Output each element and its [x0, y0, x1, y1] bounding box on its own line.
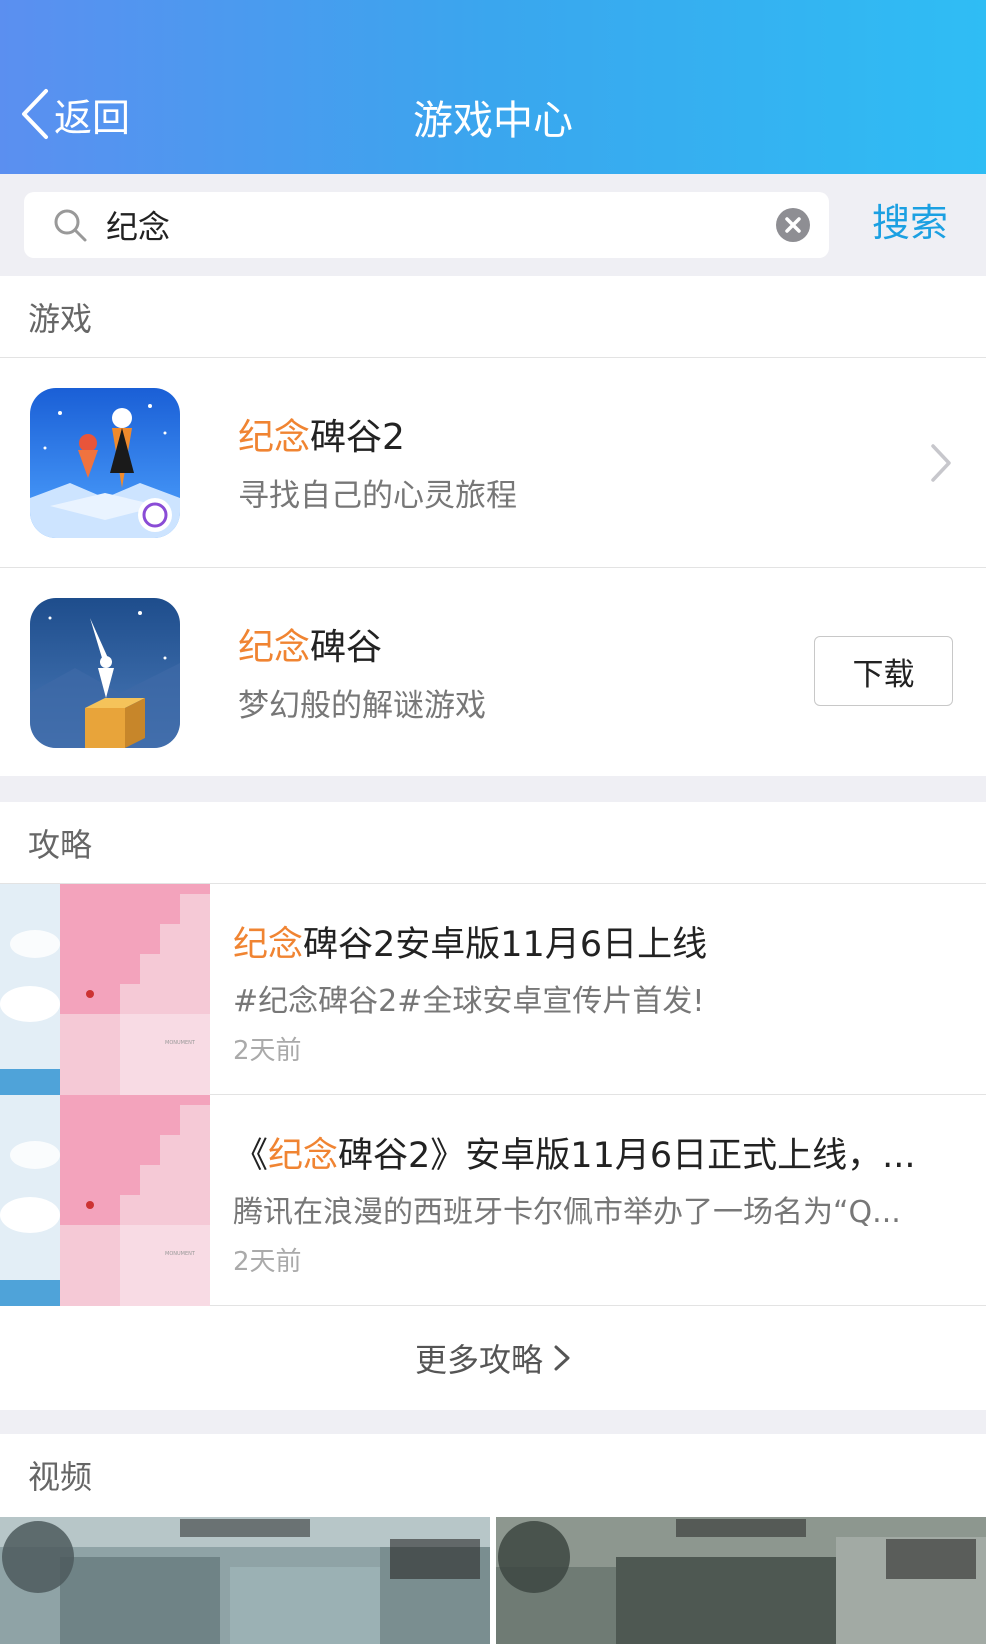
guide-title-highlight: 纪念 [233, 925, 304, 965]
video-thumbnails [0, 1517, 986, 1644]
game-name-rest: 碑谷2 [310, 417, 405, 458]
download-button[interactable]: 下载 [814, 636, 953, 706]
game-name: 纪念碑谷2 [238, 408, 405, 460]
guide-desc: 腾讯在浪漫的西班牙卡尔佩市举办了一场名为“Q... [233, 1195, 901, 1230]
game-name: 纪念碑谷 [238, 618, 382, 670]
videos-section: 视频 [0, 1434, 986, 1518]
page-title: 游戏中心 [413, 98, 573, 144]
video-thumbnail[interactable] [0, 1517, 490, 1644]
guide-title-rest: 碑谷2安卓版11月6日上线 [303, 925, 708, 965]
svg-text:MONUMENT: MONUMENT [165, 1040, 196, 1046]
chevron-right-icon [931, 444, 951, 482]
guides-section: 攻略 MONUMENT 纪念碑谷2安卓版11月6日上线 #纪念碑谷2#全球安卓宣… [0, 802, 986, 1410]
guide-thumbnail: MONUMENT [0, 1095, 210, 1306]
game-desc: 梦幻般的解谜游戏 [238, 688, 486, 724]
guide-thumbnail: MONUMENT [0, 884, 210, 1095]
game-center-page: 返回 游戏中心 搜索 游戏 [0, 0, 986, 1644]
more-guides-label: 更多攻略 [414, 1341, 543, 1379]
guide-title-prefix: 《 [233, 1136, 269, 1176]
search-button[interactable]: 搜索 [872, 192, 948, 247]
guide-title-rest: 碑谷2》安卓版11月6日正式上线，... [338, 1136, 916, 1176]
guide-time: 2天前 [233, 1247, 302, 1277]
clear-icon[interactable] [776, 208, 810, 242]
video-thumbnail[interactable] [496, 1517, 986, 1644]
game-row[interactable]: 纪念碑谷 梦幻般的解谜游戏 下载 [0, 568, 986, 778]
game-desc: 寻找自己的心灵旅程 [238, 478, 517, 514]
search-input[interactable] [106, 200, 746, 250]
game-name-rest: 碑谷 [310, 627, 383, 668]
guide-desc: #纪念碑谷2#全球安卓宣传片首发! [233, 984, 705, 1019]
more-guides-link[interactable]: 更多攻略 [0, 1306, 986, 1410]
search-box [24, 192, 829, 258]
section-title-videos: 视频 [28, 1458, 93, 1496]
svg-text:MONUMENT: MONUMENT [165, 1251, 196, 1257]
monument-valley-app-icon [30, 598, 180, 748]
header-bar: 返回 游戏中心 [0, 0, 986, 174]
game-name-highlight: 纪念 [238, 627, 311, 668]
guide-row[interactable]: MONUMENT 《纪念碑谷2》安卓版11月6日正式上线，... 腾讯在浪漫的西… [0, 1095, 986, 1306]
games-section: 游戏 纪念碑谷2 寻找自己的心灵旅程 纪念碑谷 梦幻般的解谜游戏 下载 [0, 276, 986, 776]
game-name-highlight: 纪念 [238, 417, 311, 458]
monument-valley-2-app-icon [30, 388, 180, 538]
guide-title: 《纪念碑谷2》安卓版11月6日正式上线，... [233, 1127, 943, 1178]
search-bar: 搜索 [0, 174, 986, 276]
section-title-games: 游戏 [0, 276, 986, 358]
guide-title: 纪念碑谷2安卓版11月6日上线 [233, 916, 943, 967]
section-title-guides: 攻略 [0, 802, 986, 884]
search-icon [54, 209, 87, 242]
chevron-right-icon [554, 1345, 570, 1371]
guide-time: 2天前 [233, 1036, 302, 1066]
guide-row[interactable]: MONUMENT 纪念碑谷2安卓版11月6日上线 #纪念碑谷2#全球安卓宣传片首… [0, 884, 986, 1095]
game-row[interactable]: 纪念碑谷2 寻找自己的心灵旅程 [0, 358, 986, 568]
guide-title-highlight: 纪念 [268, 1136, 339, 1176]
